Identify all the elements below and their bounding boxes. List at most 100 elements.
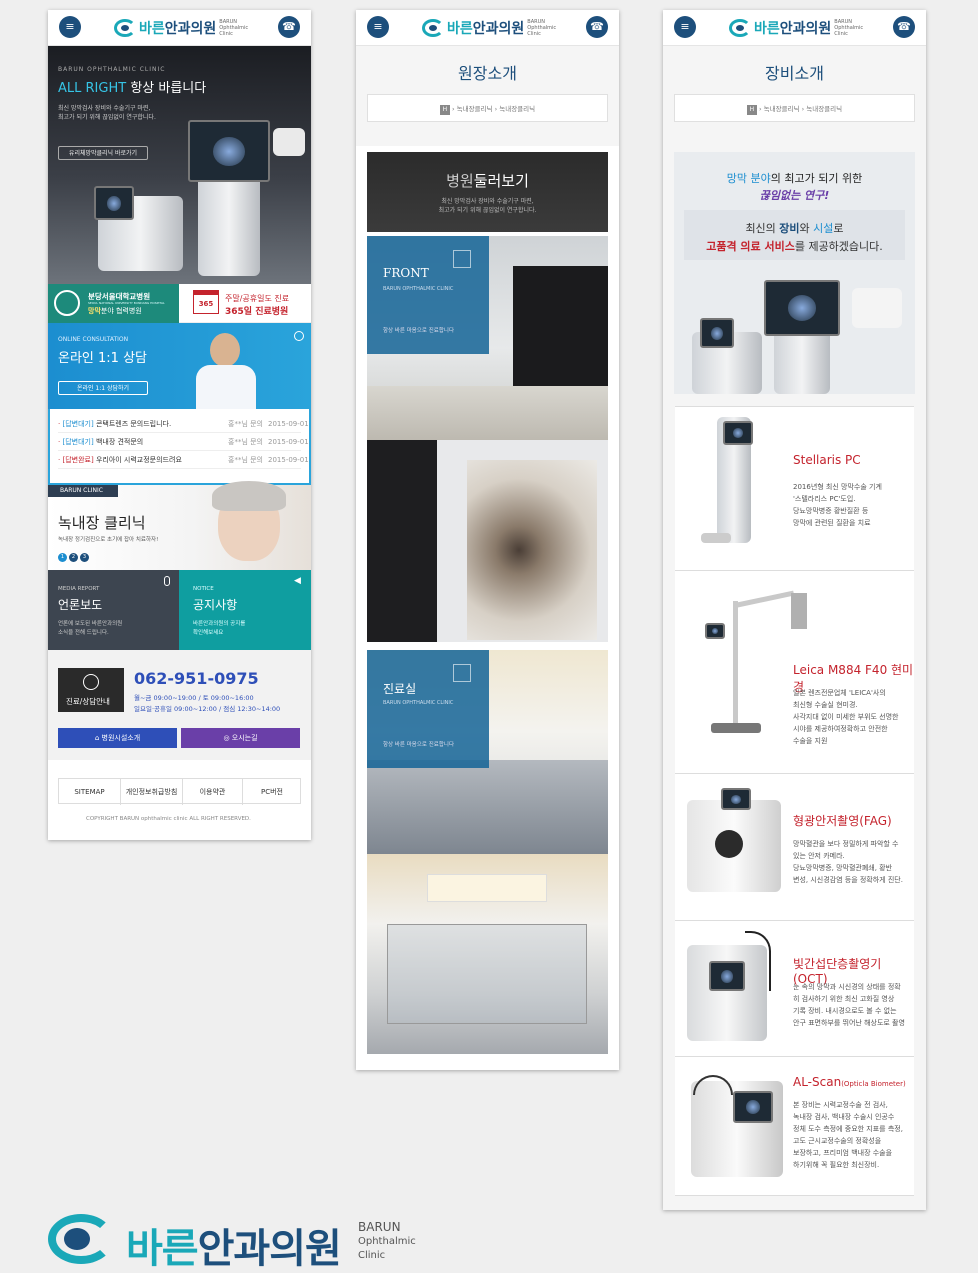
intro-line3: 최신의 장비와 시설로 (674, 220, 915, 236)
contact-phone[interactable]: 062-951-0975 (134, 669, 259, 688)
exam-room-photo: 진료실 BARUN OPHTHALMIC CLINIC 항상 바른 마음으로 진… (367, 650, 608, 854)
weekend-banner[interactable]: 365 주말/공휴일도 진료 365일 진료병원 (179, 284, 311, 323)
consult-list: · [답변대기] 콘택트렌즈 문의드립니다. 홍**님 문의 2015-09-01 … (48, 409, 311, 485)
breadcrumb-item[interactable]: 녹내장클리닉 (499, 105, 535, 113)
intro-line1: 망막 분야의 최고가 되기 위한 (674, 170, 915, 186)
leica-arm (734, 590, 795, 608)
equipment-desc-line: 녹내장 검사, 백내장 수술시 인공수 (793, 1113, 895, 1121)
equipment-item-leica[interactable]: Leica M884 F40 현미경 일본 렌즈전문업체 'LEICA'사의 최… (675, 570, 914, 773)
contact-box: 진료/상담안내 (58, 668, 124, 712)
breadcrumb-item[interactable]: 녹내장클리닉 (806, 105, 842, 113)
hero-title-text: 항상 바릅니다 (130, 81, 207, 96)
equipment-desc: 본 장비는 시력교정수술 전 검사, 녹내장 검사, 백내장 수술시 인공수 정… (793, 1099, 911, 1171)
hero-device-screen (188, 120, 270, 182)
front-photo: FRONT BARUN OPHTHALMIC CLINIC 항상 바른 마음으로… (367, 236, 608, 440)
promo-tab: BARUN CLINIC (48, 485, 118, 497)
intro-device-secondary-screen (700, 318, 734, 348)
phone-icon[interactable]: ☎ (278, 16, 300, 38)
partner-banner[interactable]: 분당서울대학교병원 SEOUL NATIONAL UNIVERSITY BUND… (48, 284, 179, 323)
intro-accent: 망막 분야 (726, 172, 771, 185)
logo-mark-icon (422, 19, 444, 37)
fag-lens (715, 830, 743, 858)
list-item[interactable]: · [답변대기] 백내장 견적문의 홍**님 문의 2015-09-01 (58, 433, 309, 451)
footer-link[interactable]: 개인정보취급방침 (121, 779, 183, 805)
top-bar: ≡ 바른안과의원 BARUN Ophthalmic Clinic ☎ (356, 10, 619, 46)
map-button-label: 오시는길 (231, 734, 258, 742)
facility-button[interactable]: ⌂ 병원시설소개 (58, 728, 177, 748)
notice-title: 우리아이 시력교정문의드려요 (95, 456, 182, 464)
square-deco-icon (453, 664, 471, 682)
home-icon[interactable]: H (439, 105, 450, 115)
consult-button[interactable]: 온라인 1:1 상담하기 (58, 381, 148, 395)
equipment-intro: 망막 분야의 최고가 되기 위한 끊임없는 연구! 최신의 장비와 시설로 고품… (674, 152, 915, 394)
logo[interactable]: 바른안과의원 BARUN Ophthalmic Clinic (114, 17, 255, 39)
footer-link[interactable]: PC버전 (243, 779, 301, 805)
equipment-desc-line: 고도 근시교정수술의 정확성을 (793, 1137, 882, 1145)
tour-title-a: 병원 (446, 172, 474, 190)
copyright: COPYRIGHT BARUN ophthalmic clinic ALL RI… (86, 816, 251, 822)
equipment-item-fag[interactable]: 형광안저촬영(FAG) 망막혈관을 보다 정밀하게 파악할 수 있는 안저 카메… (675, 773, 914, 920)
slide-dot-3[interactable]: 3 (80, 553, 89, 562)
tour-desc-1: 최신 망막검사 장비와 수술기구 마련, (441, 198, 534, 205)
doctor-photo (188, 329, 268, 409)
bottom-logo: 바른안과의원 BARUN Ophthalmic Clinic (48, 1212, 448, 1272)
list-item[interactable]: · [답변대기] 콘택트렌즈 문의드립니다. 홍**님 문의 2015-09-01 (58, 415, 309, 433)
map-button[interactable]: ◎ 오시는길 (181, 728, 300, 748)
intro-device-screen (764, 280, 840, 336)
hero-title: ALL RIGHT 항상 바릅니다 (58, 77, 206, 96)
exam-desc: 항상 바른 마음으로 진료합니다 (383, 742, 455, 748)
notice-author: 홍**님 문의 (228, 420, 263, 428)
equipment-desc-line: 당뇨망막병증, 망막혈관폐쇄, 황반 (793, 864, 893, 872)
intro-text: 최신의 (745, 222, 780, 235)
facility-button-label: 병원시설소개 (101, 734, 141, 742)
media-tile[interactable]: MEDIA REPORT 언론보도 언론에 보도된 바른안과의원 소식을 전해 … (48, 570, 179, 650)
home-icon[interactable]: H (746, 105, 757, 115)
equipment-desc-line: 안구 표면하부를 뛰어난 해상도로 촬영 (793, 1019, 905, 1027)
equipment-desc: 눈 속의 망막과 시신경의 상태를 정확 히 검사하기 위한 최신 고화질 영상… (793, 981, 911, 1029)
alscan-screen (733, 1091, 773, 1123)
partner-line2-strong: 망막 (88, 307, 101, 315)
logo-text-b: 안과의원 (164, 21, 217, 37)
equipment-item-stellaris[interactable]: Stellaris PC 2016년형 최신 망막수술 기계 '스텔라리스 PC… (675, 406, 914, 570)
hero-button[interactable]: 유리체망막클리닉 바로가기 (58, 146, 148, 160)
notice-desc-2: 확인해보세요 (193, 630, 224, 636)
exam-title: 진료실 (383, 682, 417, 696)
equipment-item-alscan[interactable]: AL-Scan(Opticla Biometer) 본 장비는 시력교정수술 전… (675, 1056, 914, 1196)
breadcrumb-item[interactable]: 녹내장클리닉 (764, 105, 800, 113)
notice-author: 홍**님 문의 (228, 456, 263, 464)
equipment-desc-line: 정체 도수 측정에 중요한 지표를 측정, (793, 1125, 903, 1133)
breadcrumb-item[interactable]: 녹내장클리닉 (457, 105, 493, 113)
equipment-name: Stellaris PC (793, 453, 861, 467)
glaucoma-promo[interactable]: BARUN CLINIC 녹내장 클리닉 녹내장 정기검진으로 초기에 잡아 치… (48, 481, 311, 570)
notice-date: 2015-09-01 (268, 456, 309, 464)
slide-dot-1[interactable]: 1 (58, 553, 67, 562)
notice-tile[interactable]: NOTICE 공지사항 바른안과의원의 공지를 확인해보세요 ◀ (179, 570, 311, 650)
hero-monitor (273, 128, 305, 156)
list-item[interactable]: · [답변완료] 우리아이 시력교정문의드려요 홍**님 문의 2015-09-01 (58, 451, 309, 469)
hamburger-icon[interactable]: ≡ (367, 16, 389, 38)
bottom-logo-pupil-icon (64, 1228, 90, 1250)
intro-text: 를 제공하겠습니다. (794, 240, 883, 253)
footer-link[interactable]: 이용약관 (183, 779, 243, 805)
stellaris-base (701, 533, 731, 543)
logo-text-a: 바른 (754, 21, 780, 37)
hamburger-icon[interactable]: ≡ (59, 16, 81, 38)
slide-dot-2[interactable]: 2 (69, 553, 78, 562)
logo[interactable]: 바른안과의원 BARUN Ophthalmic Clinic (422, 17, 563, 39)
bottom-logo-text-a: 바른 (126, 1226, 199, 1272)
equipment-item-oct[interactable]: 빛간섭단층촬영기(OCT) 눈 속의 망막과 시신경의 상태를 정확 히 검사하… (675, 920, 914, 1056)
equipment-desc-line: 망막혈관을 보다 정밀하게 파악할 수 (793, 840, 899, 848)
logo[interactable]: 바른안과의원 BARUN Ophthalmic Clinic (729, 17, 870, 39)
notice-tag: [답변완료] (62, 456, 94, 464)
equipment-name-main: AL-Scan (793, 1075, 842, 1089)
equipment-name: 형광안저촬영(FAG) (793, 814, 892, 828)
phone-icon[interactable]: ☎ (893, 16, 915, 38)
screen-director: ≡ 바른안과의원 BARUN Ophthalmic Clinic ☎ 원장소개 … (356, 10, 619, 1070)
fag-screen (721, 788, 751, 810)
notice-author: 홍**님 문의 (228, 438, 263, 446)
speaker-icon: ◀ (294, 576, 301, 586)
hamburger-icon[interactable]: ≡ (674, 16, 696, 38)
chat-icon[interactable] (294, 331, 304, 341)
footer-link[interactable]: SITEMAP (59, 779, 121, 805)
phone-icon[interactable]: ☎ (586, 16, 608, 38)
